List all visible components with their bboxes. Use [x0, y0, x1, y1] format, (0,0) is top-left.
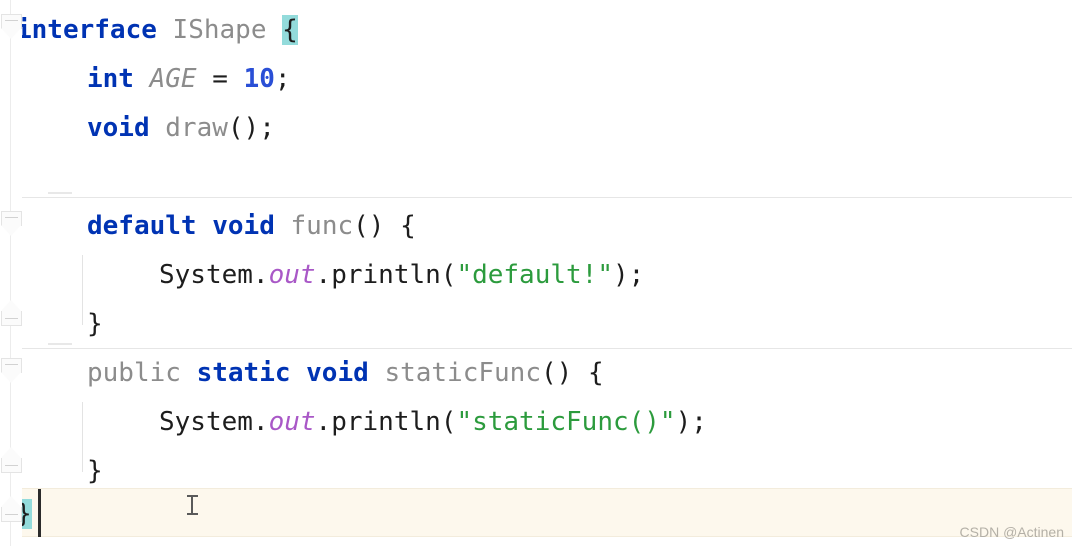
fold-end-staticfunc-icon[interactable]	[1, 447, 22, 473]
code-token: }	[87, 456, 103, 486]
code-line: System.out.println("staticFunc()");	[159, 398, 707, 447]
fold-collapse-interface-icon[interactable]	[1, 14, 22, 39]
code-token: AGE	[149, 64, 197, 94]
code-token: 10	[243, 64, 275, 94]
code-token: );	[675, 407, 707, 437]
fold-collapse-func-icon[interactable]	[1, 211, 22, 236]
code-token: default	[87, 211, 197, 241]
code-token: static	[196, 358, 291, 388]
code-token: "default!"	[456, 260, 613, 290]
text-ibeam-cursor-icon	[186, 494, 199, 516]
code-token: void	[306, 358, 369, 388]
code-token: System.	[159, 260, 269, 290]
code-token: interface	[16, 15, 157, 45]
fold-end-interface-icon[interactable]	[1, 496, 22, 522]
code-line: System.out.println("default!");	[159, 251, 644, 300]
code-line: }	[87, 300, 103, 349]
code-token: =	[196, 64, 244, 94]
code-token: ;	[274, 64, 291, 94]
code-token: out	[268, 407, 316, 437]
code-token: void	[87, 113, 150, 143]
code-token: int	[87, 64, 134, 94]
code-line: int AGE = 10;	[87, 55, 291, 104]
code-token: "staticFunc()"	[456, 407, 676, 437]
code-token: ();	[227, 113, 275, 143]
code-line: interface IShape {	[16, 6, 298, 55]
code-token: staticFunc	[384, 358, 541, 388]
code-line: }	[87, 447, 103, 496]
code-editor[interactable]: interface IShape { int AGE = 10; void dr…	[0, 0, 1072, 546]
fold-end-func-icon[interactable]	[1, 300, 22, 326]
code-token: .println(	[315, 260, 457, 290]
fold-gutter[interactable]	[0, 0, 22, 546]
csdn-watermark: CSDN @Actinen	[959, 524, 1064, 540]
code-token: {	[282, 15, 298, 45]
code-token: void	[212, 211, 275, 241]
code-token: out	[268, 260, 316, 290]
code-line: void draw();	[87, 104, 275, 153]
code-token: () {	[353, 211, 416, 241]
code-token: }	[87, 309, 103, 339]
fold-collapse-staticfunc-icon[interactable]	[1, 358, 22, 383]
code-token: () {	[540, 358, 604, 388]
code-token: IShape	[172, 15, 267, 45]
code-token: public	[87, 358, 181, 388]
code-line: public static void staticFunc() {	[87, 349, 604, 398]
text-caret	[38, 489, 41, 537]
code-line: default void func() {	[87, 202, 416, 251]
code-token: );	[612, 260, 645, 290]
code-text[interactable]: interface IShape { int AGE = 10; void dr…	[0, 0, 1072, 546]
code-token: draw	[165, 113, 228, 143]
code-token: System.	[159, 407, 269, 437]
code-token: .println(	[315, 407, 457, 437]
code-token: func	[290, 211, 354, 241]
